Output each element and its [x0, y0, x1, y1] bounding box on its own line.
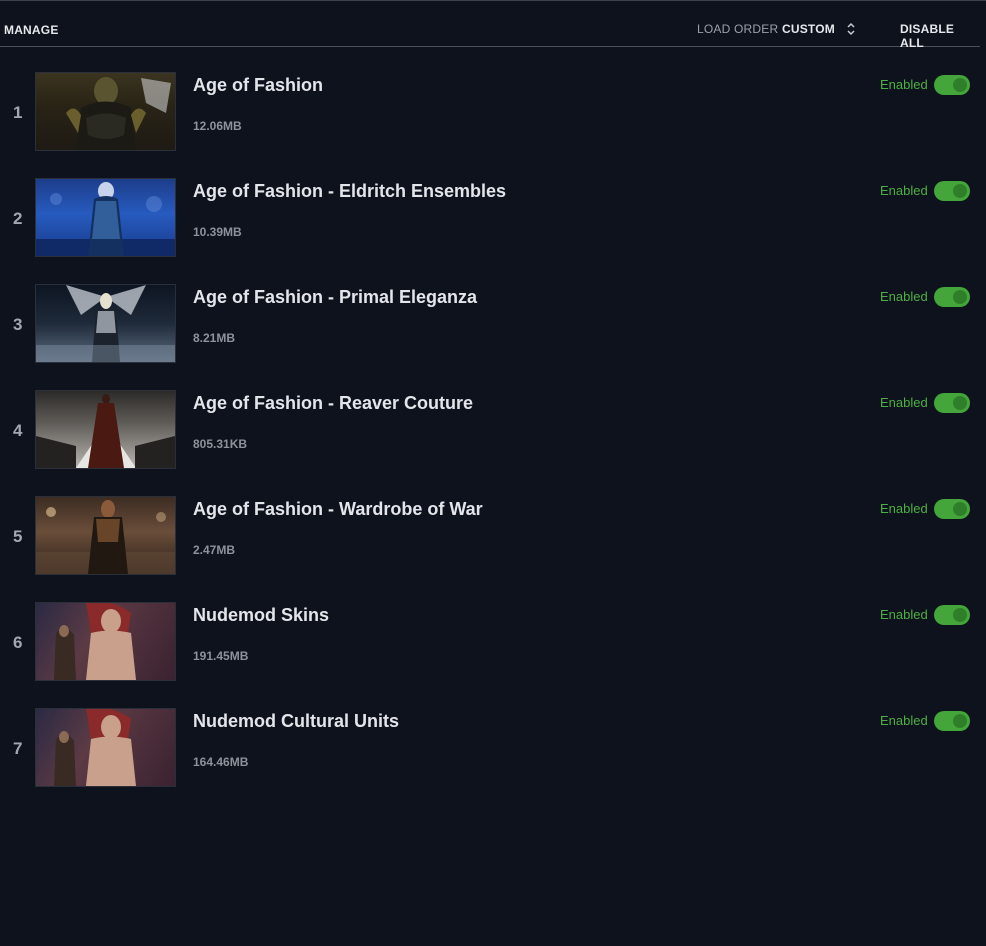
- mod-thumbnail[interactable]: [35, 708, 176, 787]
- armored-figure-image: [66, 77, 171, 150]
- mod-status-label: Enabled: [880, 289, 928, 304]
- mod-status-label: Enabled: [880, 501, 928, 516]
- manage-header: MANAGE LOAD ORDER CUSTOM DISABLE ALL: [0, 1, 980, 50]
- disable-all-button[interactable]: DISABLE ALL: [900, 22, 980, 50]
- mod-row: 5 Age of Fashion - Wardrobe of War 2.47M…: [0, 496, 986, 602]
- warrior-runway-image: [36, 500, 175, 574]
- toggle-knob: [953, 714, 967, 728]
- mod-name[interactable]: Age of Fashion - Primal Eleganza: [193, 287, 477, 308]
- mod-row: 7 Nudemod Cultural Units 164.46MB Enable…: [0, 708, 986, 814]
- mod-name[interactable]: Age of Fashion - Eldritch Ensembles: [193, 181, 506, 202]
- mod-row: 2 Age of Fashion - Eldritch Ensembles 10…: [0, 178, 986, 284]
- mod-name[interactable]: Nudemod Skins: [193, 605, 329, 626]
- mod-status-label: Enabled: [880, 395, 928, 410]
- mod-name[interactable]: Age of Fashion - Reaver Couture: [193, 393, 473, 414]
- mod-size: 164.46MB: [193, 755, 249, 769]
- toggle-knob: [953, 608, 967, 622]
- mod-row: 6 Nudemod Skins 191.45MB Enabled: [0, 602, 986, 708]
- load-order-value: CUSTOM: [782, 22, 835, 36]
- load-order-dropdown[interactable]: CUSTOM: [782, 18, 862, 40]
- mod-thumbnail[interactable]: [35, 496, 176, 575]
- mod-row: 1 Age of Fashion 12.06MB Enabled: [0, 72, 986, 178]
- mod-name[interactable]: Nudemod Cultural Units: [193, 711, 399, 732]
- mod-enabled-toggle[interactable]: [934, 287, 970, 307]
- mod-index: 4: [13, 421, 23, 440]
- mod-enabled-toggle[interactable]: [934, 181, 970, 201]
- toggle-knob: [953, 78, 967, 92]
- winged-figure-image: [36, 285, 175, 362]
- mod-thumbnail[interactable]: [35, 390, 176, 469]
- mod-thumbnail[interactable]: [35, 602, 176, 681]
- runway-blue-image: [36, 182, 175, 256]
- mod-index: 2: [13, 209, 23, 228]
- mod-row: 4 Age of Fashion - Reaver Couture 805.31…: [0, 390, 986, 496]
- mod-size: 10.39MB: [193, 225, 242, 239]
- runway-red-cloak-image: [36, 394, 175, 468]
- manage-title: MANAGE: [4, 23, 59, 37]
- mod-enabled-toggle[interactable]: [934, 711, 970, 731]
- toggle-knob: [953, 502, 967, 516]
- mod-size: 12.06MB: [193, 119, 242, 133]
- red-hair-figure-image: [54, 603, 136, 680]
- toggle-knob: [953, 396, 967, 410]
- mod-status-label: Enabled: [880, 183, 928, 198]
- mod-row: 3 Age of Fashion - Primal Eleganza 8.21M…: [0, 284, 986, 390]
- mod-status-label: Enabled: [880, 77, 928, 92]
- mod-size: 805.31KB: [193, 437, 248, 451]
- mod-name[interactable]: Age of Fashion: [193, 75, 323, 96]
- red-hair-figure-image: [54, 709, 136, 786]
- mod-enabled-toggle[interactable]: [934, 605, 970, 625]
- mod-enabled-toggle[interactable]: [934, 75, 970, 95]
- mod-thumbnail[interactable]: [35, 72, 176, 151]
- sort-updown-icon: [847, 22, 855, 36]
- mod-enabled-toggle[interactable]: [934, 393, 970, 413]
- mod-index: 6: [13, 633, 23, 652]
- mod-name[interactable]: Age of Fashion - Wardrobe of War: [193, 499, 483, 520]
- mod-index: 5: [13, 527, 23, 546]
- mod-status-label: Enabled: [880, 607, 928, 622]
- mod-index: 7: [13, 739, 23, 758]
- mod-size: 8.21MB: [193, 331, 236, 345]
- mod-index: 1: [13, 103, 23, 122]
- mod-list: 1 Age of Fashion 12.06MB Enabled 2 Age o…: [0, 72, 986, 814]
- mod-thumbnail[interactable]: [35, 284, 176, 363]
- mod-status-label: Enabled: [880, 713, 928, 728]
- toggle-knob: [953, 290, 967, 304]
- mod-enabled-toggle[interactable]: [934, 499, 970, 519]
- mod-index: 3: [13, 315, 23, 334]
- toggle-knob: [953, 184, 967, 198]
- mod-size: 2.47MB: [193, 543, 236, 557]
- mod-thumbnail[interactable]: [35, 178, 176, 257]
- load-order-label: LOAD ORDER: [697, 22, 779, 36]
- mod-size: 191.45MB: [193, 649, 249, 663]
